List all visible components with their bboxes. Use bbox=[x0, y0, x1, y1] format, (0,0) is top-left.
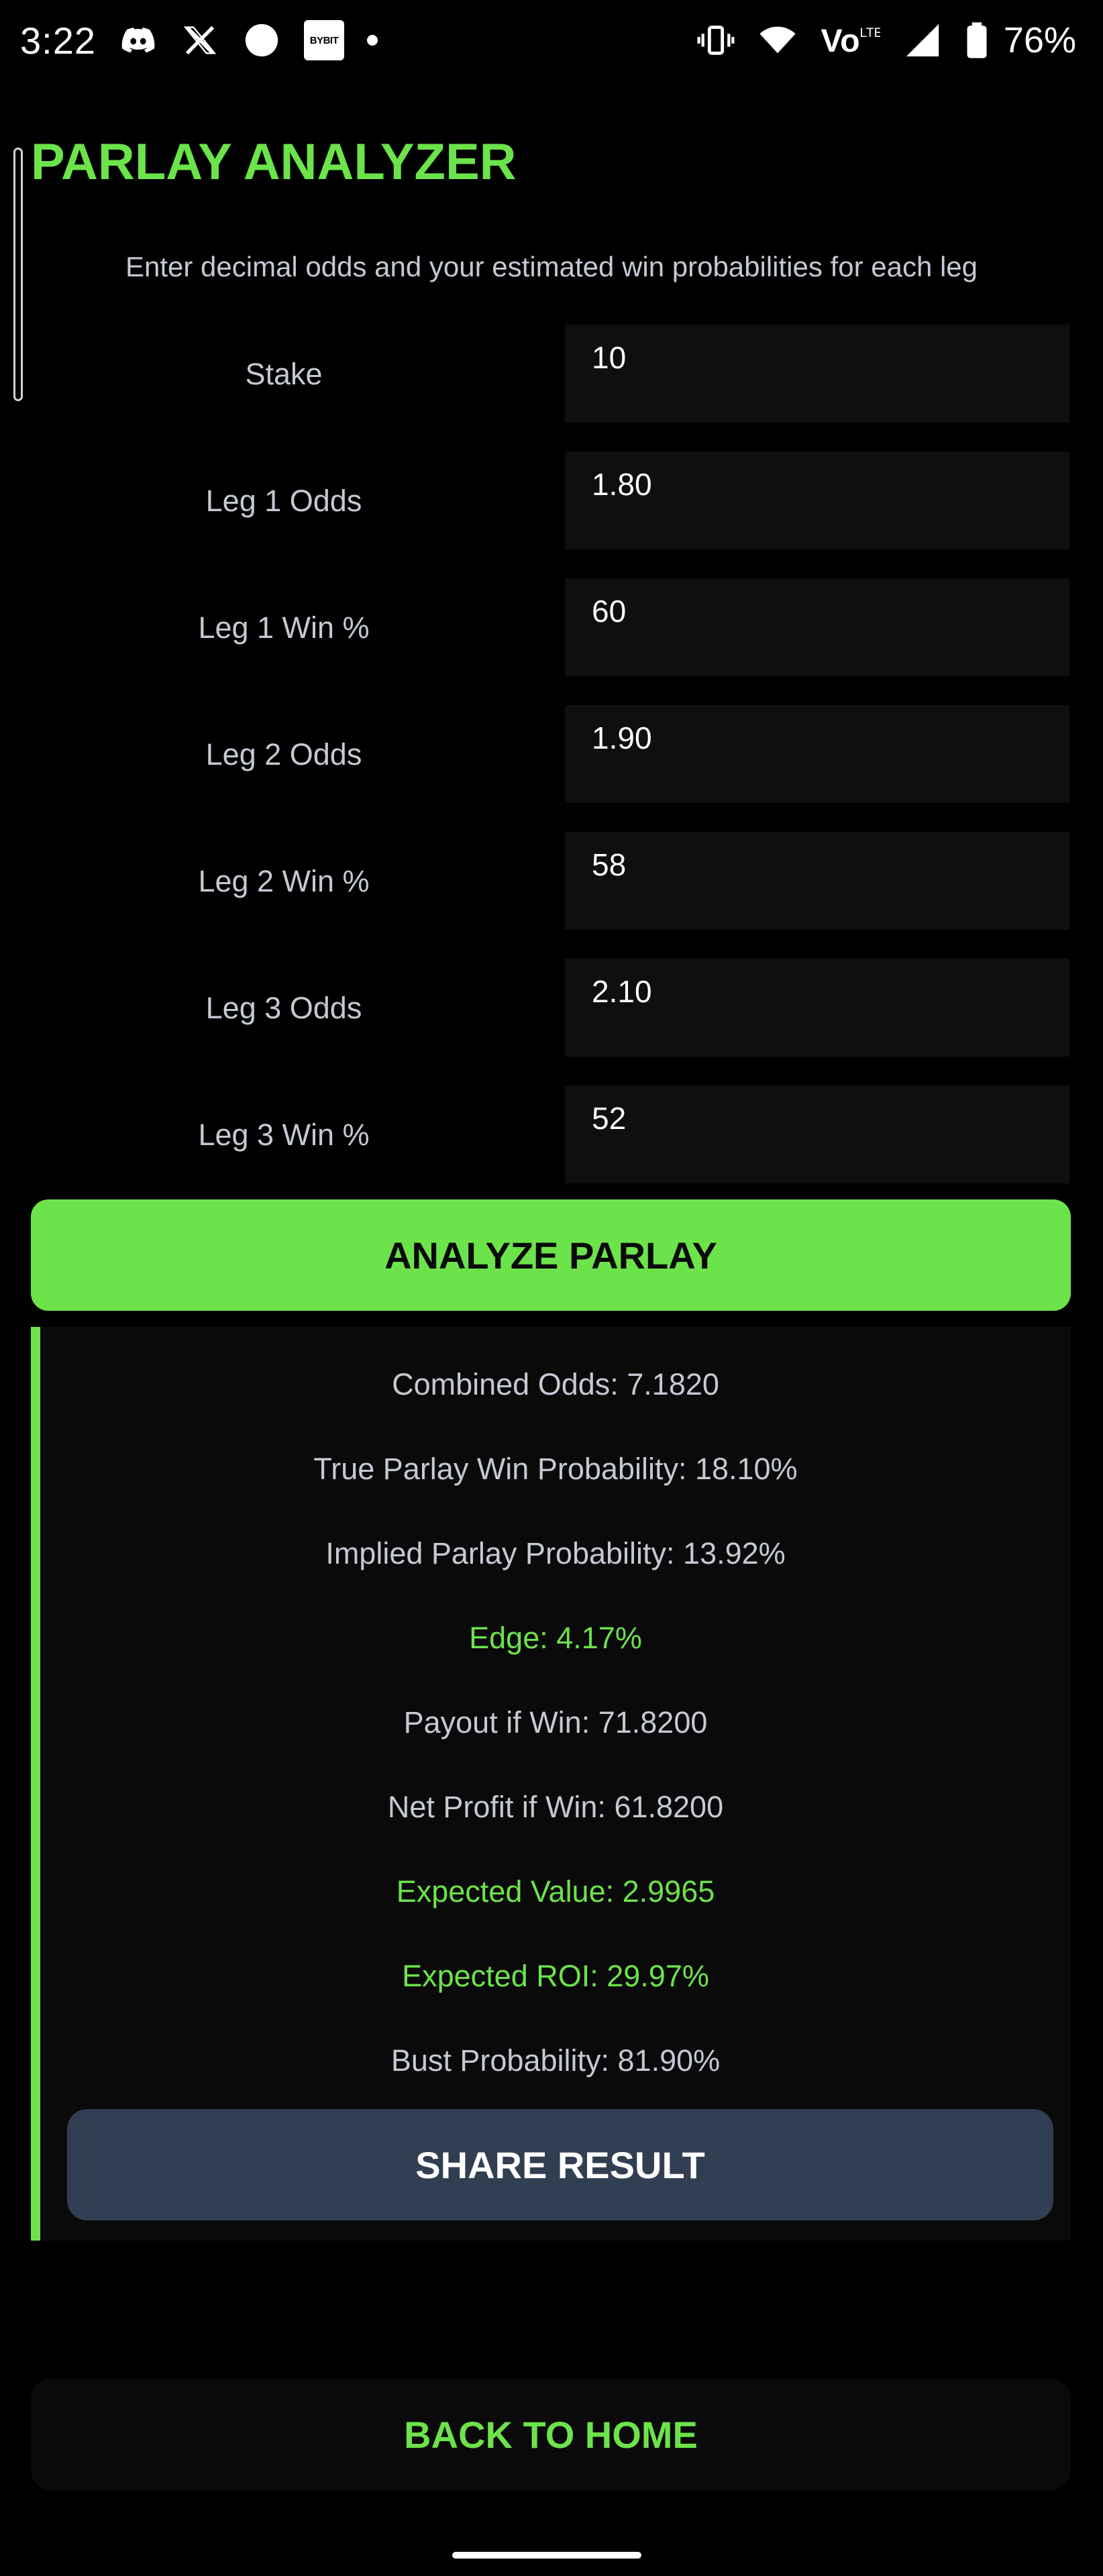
volte-icon: VoLTE bbox=[820, 21, 880, 60]
leg2-win-row: Leg 2 Win % bbox=[0, 832, 1103, 931]
leg1-win-row: Leg 1 Win % bbox=[0, 578, 1103, 678]
svg-text:LTE: LTE bbox=[859, 26, 880, 40]
dot-icon bbox=[367, 35, 378, 46]
page-subtitle: Enter decimal odds and your estimated wi… bbox=[125, 251, 978, 282]
status-right: VoLTE 76% bbox=[696, 19, 1076, 61]
battery-percent: 76% bbox=[1003, 20, 1076, 60]
net-profit-text: Net Profit if Win: 61.8200 bbox=[387, 1790, 724, 1824]
leg2-odds-input[interactable] bbox=[565, 705, 1069, 803]
combined-odds-text: Combined Odds: 7.1820 bbox=[392, 1367, 719, 1401]
back-to-home-button[interactable]: BACK TO HOME bbox=[31, 2379, 1071, 2490]
analyze-parlay-button[interactable]: ANALYZE PARLAY bbox=[31, 1199, 1071, 1311]
x-icon bbox=[180, 21, 219, 60]
leg3-win-label: Leg 3 Win % bbox=[198, 1118, 370, 1152]
true-probability-text: True Parlay Win Probability: 18.10% bbox=[313, 1452, 798, 1486]
leg3-odds-input[interactable] bbox=[565, 959, 1069, 1057]
results-panel: Combined Odds: 7.1820 True Parlay Win Pr… bbox=[31, 1327, 1071, 2241]
stake-row: Stake bbox=[0, 325, 1103, 424]
page-title: PARLAY ANALYZER bbox=[31, 133, 517, 191]
leg2-win-label: Leg 2 Win % bbox=[198, 864, 370, 898]
bust-probability-text: Bust Probability: 81.90% bbox=[390, 2043, 721, 2078]
leg1-odds-input[interactable] bbox=[565, 451, 1069, 549]
leg2-odds-label: Leg 2 Odds bbox=[205, 737, 362, 771]
share-result-button[interactable]: SHARE RESULT bbox=[67, 2109, 1053, 2220]
leg1-win-label: Leg 1 Win % bbox=[198, 610, 370, 645]
vibrate-icon bbox=[696, 21, 735, 60]
wifi-icon bbox=[758, 21, 797, 60]
payout-text: Payout if Win: 71.8200 bbox=[403, 1705, 708, 1739]
leg1-win-input[interactable] bbox=[565, 578, 1069, 676]
leg2-odds-row: Leg 2 Odds bbox=[0, 705, 1103, 804]
home-indicator[interactable] bbox=[452, 2552, 641, 2559]
expected-roi-text: Expected ROI: 29.97% bbox=[402, 1959, 709, 1993]
bybit-icon: BYBIT bbox=[304, 20, 344, 60]
signal-icon bbox=[903, 21, 942, 60]
leg1-odds-label: Leg 1 Odds bbox=[205, 484, 362, 518]
leg2-win-input[interactable] bbox=[565, 832, 1069, 930]
svg-text:Vo: Vo bbox=[821, 23, 859, 59]
leg3-odds-row: Leg 3 Odds bbox=[0, 959, 1103, 1058]
battery-icon bbox=[965, 21, 989, 60]
circle-icon bbox=[242, 21, 281, 60]
leg1-odds-row: Leg 1 Odds bbox=[0, 451, 1103, 551]
leg3-odds-label: Leg 3 Odds bbox=[205, 991, 362, 1025]
status-bar: 3:22 BYBIT VoLTE bbox=[0, 0, 1103, 80]
edge-text: Edge: 4.17% bbox=[469, 1621, 642, 1655]
status-time: 3:22 bbox=[20, 19, 96, 62]
stake-input[interactable] bbox=[565, 325, 1069, 423]
leg3-win-input[interactable] bbox=[565, 1085, 1069, 1183]
discord-icon bbox=[119, 21, 158, 60]
expected-value-text: Expected Value: 2.9965 bbox=[396, 1874, 715, 1909]
implied-probability-text: Implied Parlay Probability: 13.92% bbox=[325, 1536, 786, 1570]
parlay-analyzer-screen: 3:22 BYBIT VoLTE bbox=[0, 0, 1103, 2576]
status-left: 3:22 BYBIT bbox=[20, 19, 378, 62]
leg3-win-row: Leg 3 Win % bbox=[0, 1085, 1103, 1185]
stake-label: Stake bbox=[245, 357, 323, 391]
